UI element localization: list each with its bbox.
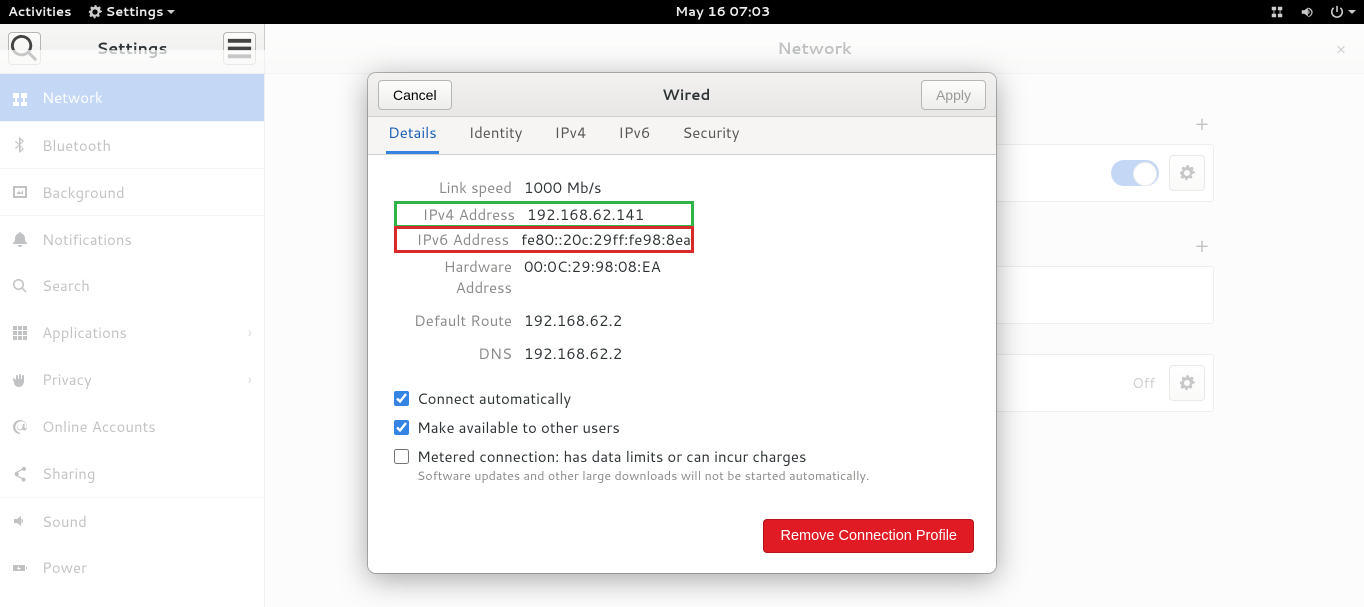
dialog-footer: Remove Connection Profile [368, 505, 996, 573]
detail-hardware-address: Hardware Address 00:0C:29:98:08:EA [394, 250, 970, 304]
highlight-ipv6-box: IPv6 Address fe80::20c:29ff:fe98:8ea [394, 226, 694, 253]
remove-connection-button[interactable]: Remove Connection Profile [763, 519, 974, 553]
metered-sublabel: Software updates and other large downloa… [417, 467, 869, 485]
dns-value: 192.168.62.2 [524, 343, 622, 364]
dialog-title: Wired [452, 84, 921, 105]
default-route-value: 192.168.62.2 [524, 310, 622, 331]
ipv6-address-value: fe80::20c:29ff:fe98:8ea [521, 229, 691, 250]
volume-icon[interactable] [1300, 5, 1314, 19]
tab-identity[interactable]: Identity [467, 122, 525, 154]
clock[interactable]: May 16 07:03 [175, 3, 1270, 21]
metered-checkbox[interactable] [394, 449, 409, 464]
dialog-tabs: Details Identity IPv4 IPv6 Security [368, 117, 996, 155]
wired-connection-dialog: Cancel Wired Apply Details Identity IPv4… [368, 73, 996, 573]
gear-icon [88, 5, 102, 19]
tab-ipv6[interactable]: IPv6 [616, 122, 652, 154]
highlight-ipv4-box: IPv4 Address 192.168.62.141 [394, 201, 694, 228]
metered-label: Metered connection: has data limits or c… [417, 446, 869, 467]
dialog-body-details: Link speed 1000 Mb/s IPv4 Address 192.16… [368, 155, 996, 505]
modal-dim-overlay [0, 50, 265, 607]
chevron-down-icon [1348, 8, 1356, 16]
connect-automatically-row: Connect automatically [394, 388, 970, 409]
detail-default-route: Default Route 192.168.62.2 [394, 304, 970, 337]
detail-link-speed: Link speed 1000 Mb/s [394, 171, 970, 204]
apply-button[interactable]: Apply [921, 80, 986, 110]
cancel-button[interactable]: Cancel [378, 80, 452, 110]
mac-address-value: 00:0C:29:98:08:EA [524, 256, 661, 298]
gnome-topbar: Activities Settings May 16 07:03 [0, 0, 1364, 24]
chevron-down-icon [167, 8, 175, 16]
dialog-header: Cancel Wired Apply [368, 73, 996, 117]
detail-dns: DNS 192.168.62.2 [394, 337, 970, 370]
available-to-others-label: Make available to other users [417, 417, 620, 438]
settings-sidebar: Settings Network Bluetooth Background No… [0, 24, 265, 607]
tab-details[interactable]: Details [386, 122, 439, 154]
connect-automatically-checkbox[interactable] [394, 391, 409, 406]
ipv4-address-value: 192.168.62.141 [527, 204, 644, 225]
tab-security[interactable]: Security [680, 122, 741, 154]
available-to-others-row: Make available to other users [394, 417, 970, 438]
activities-button[interactable]: Activities [8, 3, 72, 21]
power-menu-button[interactable] [1330, 5, 1356, 19]
connect-automatically-label: Connect automatically [417, 388, 571, 409]
network-wired-icon[interactable] [1270, 5, 1284, 19]
metered-row: Metered connection: has data limits or c… [394, 446, 970, 485]
link-speed-value: 1000 Mb/s [524, 177, 601, 198]
app-menu-button[interactable]: Settings [88, 3, 176, 21]
power-icon [1330, 5, 1344, 19]
available-to-others-checkbox[interactable] [394, 420, 409, 435]
tab-ipv4[interactable]: IPv4 [552, 122, 588, 154]
